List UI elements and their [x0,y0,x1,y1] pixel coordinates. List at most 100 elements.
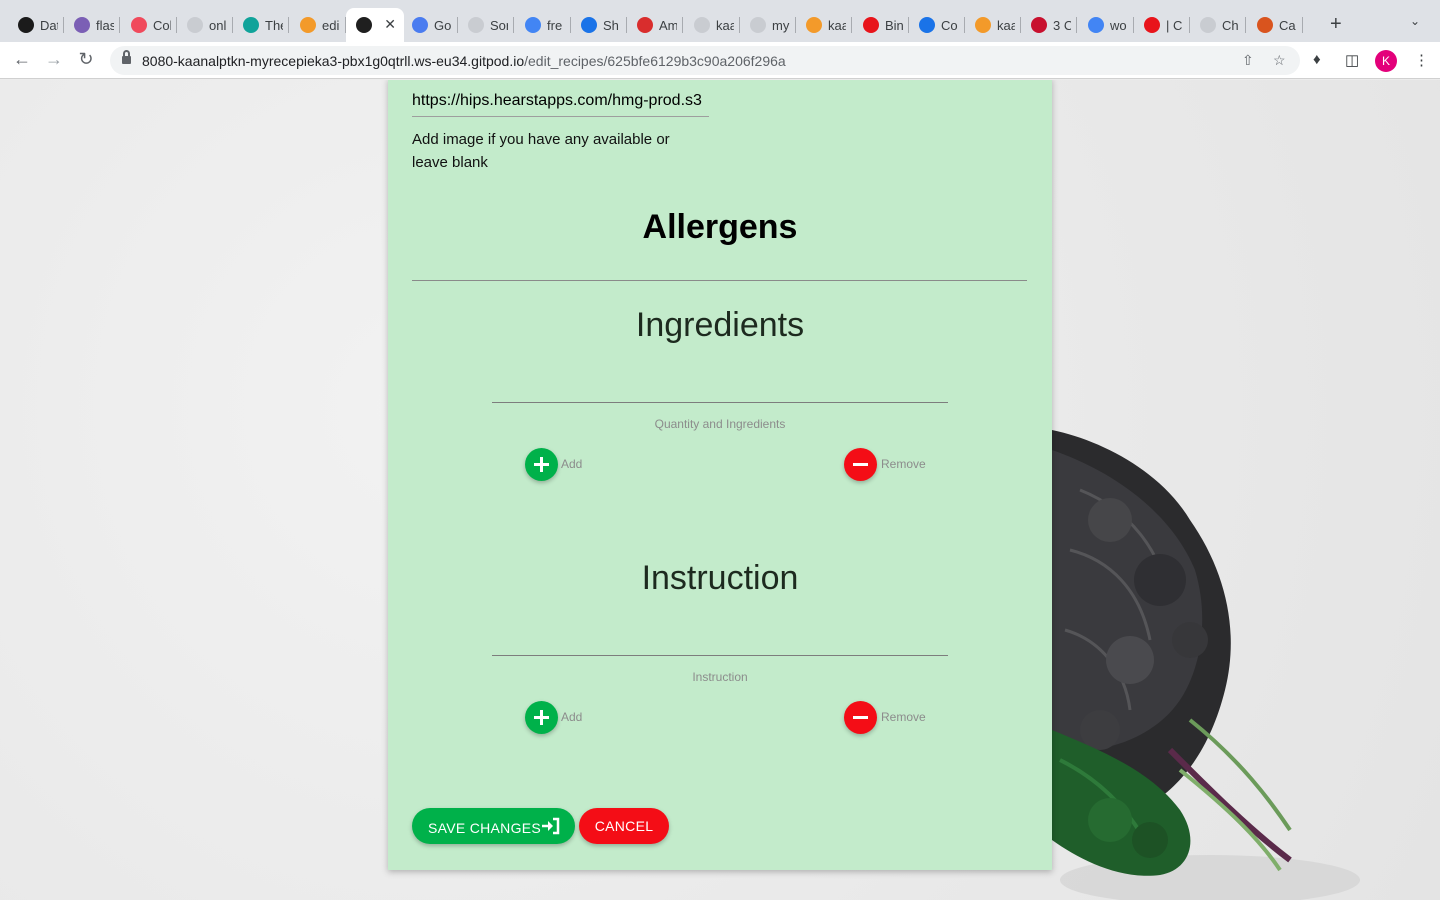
browser-tab[interactable]: Go [402,8,458,42]
gitpod-icon [975,17,991,33]
instruction-input[interactable] [492,655,948,656]
browser-tab-title: Col [153,17,171,33]
browser-tab[interactable]: kaa [965,8,1021,42]
instruction-heading: Instruction [641,559,799,597]
browser-tab[interactable]: kaa [684,8,740,42]
side-panel-icon[interactable]: ◫ [1345,51,1359,69]
browser-tab-title: Co [941,17,958,33]
browser-tab[interactable]: Ch [1190,8,1246,42]
github-icon [694,17,710,33]
google-icon [1088,17,1104,33]
browser-tab-title: my [772,17,790,33]
globe-icon [356,17,372,33]
github-icon [1200,17,1216,33]
browser-tab[interactable]: Sor [458,8,514,42]
browser-tab[interactable]: 3 C [1021,8,1077,42]
save-changes-label: SAVE CHANGES [428,820,542,836]
address-bar[interactable]: 8080-kaanalptkn-myrecepieka3-pbx1g0qtrll… [110,46,1300,75]
github-icon [468,17,484,33]
browser-tab[interactable]: Co [909,8,965,42]
browser-tab-title: Sh [603,17,619,33]
google-icon [525,17,541,33]
tab-search-chevron-icon[interactable]: ⌄ [1410,14,1420,28]
reload-button[interactable]: ↻ [75,49,97,70]
browser-tab[interactable]: kaa [796,8,852,42]
remove-ingredient-button[interactable] [844,448,877,481]
tab-strip: Dat flas Col onl The edi ✕ Go Sor fre Sh Am kaa my kaa… [0,0,1440,42]
browser-tab[interactable]: | C [1134,8,1190,42]
browser-tab[interactable]: ✕ [346,8,404,42]
bookmark-star-icon[interactable]: ☆ [1273,52,1286,69]
add-ingredient-button[interactable] [525,448,558,481]
add-instruction-button[interactable] [525,701,558,734]
browser-tab[interactable]: edi [290,8,346,42]
allergens-heading: Allergens [642,208,798,246]
save-changes-button[interactable]: SAVE CHANGES [412,808,575,844]
sign-in-icon [542,817,560,835]
browser-tab[interactable]: Col [121,8,177,42]
url-host: 8080-kaanalptkn-myrecepieka3-pbx1g0qtrll… [142,53,525,69]
browser-menu-icon[interactable]: ⋮ [1414,51,1429,69]
share-icon[interactable]: ⇧ [1242,52,1254,69]
bookmark-red-icon [637,17,653,33]
remove-ingredient-label[interactable]: Remove [881,457,926,471]
forward-button[interactable]: → [43,49,65,70]
browser-tab[interactable]: Ca [1247,8,1303,42]
browser-tab[interactable]: flas [64,8,120,42]
image-url-input[interactable] [412,85,709,117]
tab-separator [682,17,683,33]
browser-tab[interactable]: The [233,8,289,42]
remove-instruction-button[interactable] [844,701,877,734]
browser-tab-title: Go [434,17,452,33]
gitpod-icon [806,17,822,33]
new-tab-button[interactable]: + [1330,13,1342,36]
tab-separator [288,17,289,33]
image-helper-text: Add image if you have any available or l… [412,131,670,171]
browser-tab-title: | C [1166,17,1183,33]
wave-icon [581,17,597,33]
add-instruction-label[interactable]: Add [561,710,582,724]
profile-avatar[interactable]: K [1375,50,1397,72]
extensions-puzzle-icon[interactable]: ♦ [1313,51,1321,68]
browser-tab-title: kaa [828,17,846,33]
minus-icon [853,463,868,466]
remove-instruction-label[interactable]: Remove [881,710,926,724]
browser-tab[interactable]: onl [177,8,233,42]
lock-icon[interactable] [122,50,131,65]
browser-tab-title: Dat [40,17,58,33]
cancel-button[interactable]: CANCEL [579,808,669,844]
browser-tab-title: Ch [1222,17,1239,33]
kale-background-image [1052,430,1360,900]
close-tab-icon[interactable]: ✕ [384,16,396,33]
tab-separator [851,17,852,33]
google-translate-icon [412,17,428,33]
ingredients-input[interactable] [492,402,948,403]
browser-tab-title: kaa [716,17,734,33]
browser-toolbar: ← → ↻ 8080-kaanalptkn-myrecepieka3-pbx1g… [0,42,1440,79]
tab-separator [119,17,120,33]
add-ingredient-label[interactable]: Add [561,457,582,471]
browser-tab[interactable]: Am [627,8,683,42]
github-icon [750,17,766,33]
page-viewport: Add image if you have any available or l… [0,80,1440,900]
browser-tab-title: Am [659,17,677,33]
browser-tab-title: edi [322,17,340,33]
browser-tab[interactable]: Sh [571,8,627,42]
browser-tab[interactable]: my [740,8,796,42]
browser-tab-title: Sor [490,17,508,33]
car-icon [1031,17,1047,33]
browser-tab[interactable]: Dat [8,8,64,42]
browser-tab-title: flas [96,17,114,33]
url-text[interactable]: 8080-kaanalptkn-myrecepieka3-pbx1g0qtrll… [142,53,786,69]
browser-tab-title: kaa [997,17,1015,33]
github-icon [187,17,203,33]
url-path: /edit_recipes/625bfe6129b3c90a206f296a [524,53,786,69]
browser-tab[interactable]: fre [515,8,571,42]
back-button[interactable]: ← [11,49,33,70]
browser-tab[interactable]: wo [1078,8,1134,42]
c-icon [243,17,259,33]
ingredients-field-label: Quantity and Ingredients [654,417,786,431]
opera-icon [863,17,879,33]
browser-tab[interactable]: Bin [853,8,909,42]
tab-separator [1076,17,1077,33]
